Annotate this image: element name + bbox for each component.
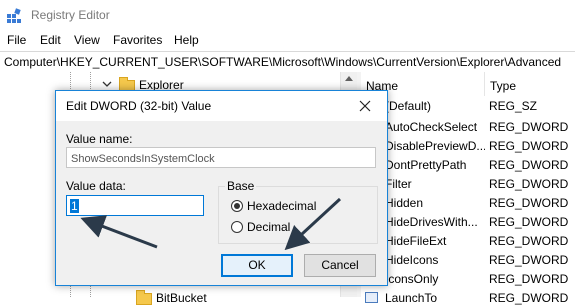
annotation-arrows: [80, 197, 342, 251]
arrow-to-ok-button: [284, 197, 342, 251]
arrow-to-value-data: [80, 215, 158, 249]
